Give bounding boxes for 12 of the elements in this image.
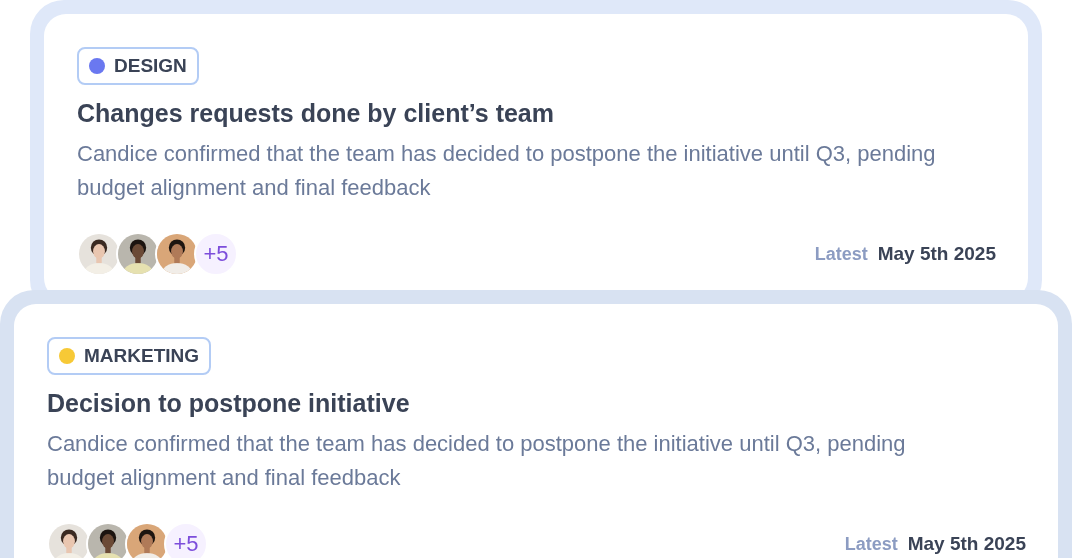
category-tag: MARKETING bbox=[47, 337, 212, 375]
date-text: May 5th 2025 bbox=[907, 533, 1026, 555]
latest-label: Latest bbox=[844, 534, 898, 555]
card-description: Candice confirmed that the team has decided to postpone the initiative until Q3, pending budget alignment and final feedback bbox=[77, 140, 937, 202]
card-description: Candice confirmed that the team has decided to postpone the initiative until Q3, pending budget alignment and final feedback bbox=[47, 430, 907, 492]
latest-label: Latest bbox=[814, 244, 868, 265]
card-title: Decision to postpone initiative bbox=[47, 388, 410, 419]
more-members-count: +5 bbox=[194, 232, 238, 276]
card-title: Changes requests done by client’s team bbox=[77, 98, 554, 129]
category-tag: DESIGN bbox=[77, 47, 199, 85]
more-members-count: +5 bbox=[164, 522, 208, 558]
date-text: May 5th 2025 bbox=[877, 243, 996, 265]
